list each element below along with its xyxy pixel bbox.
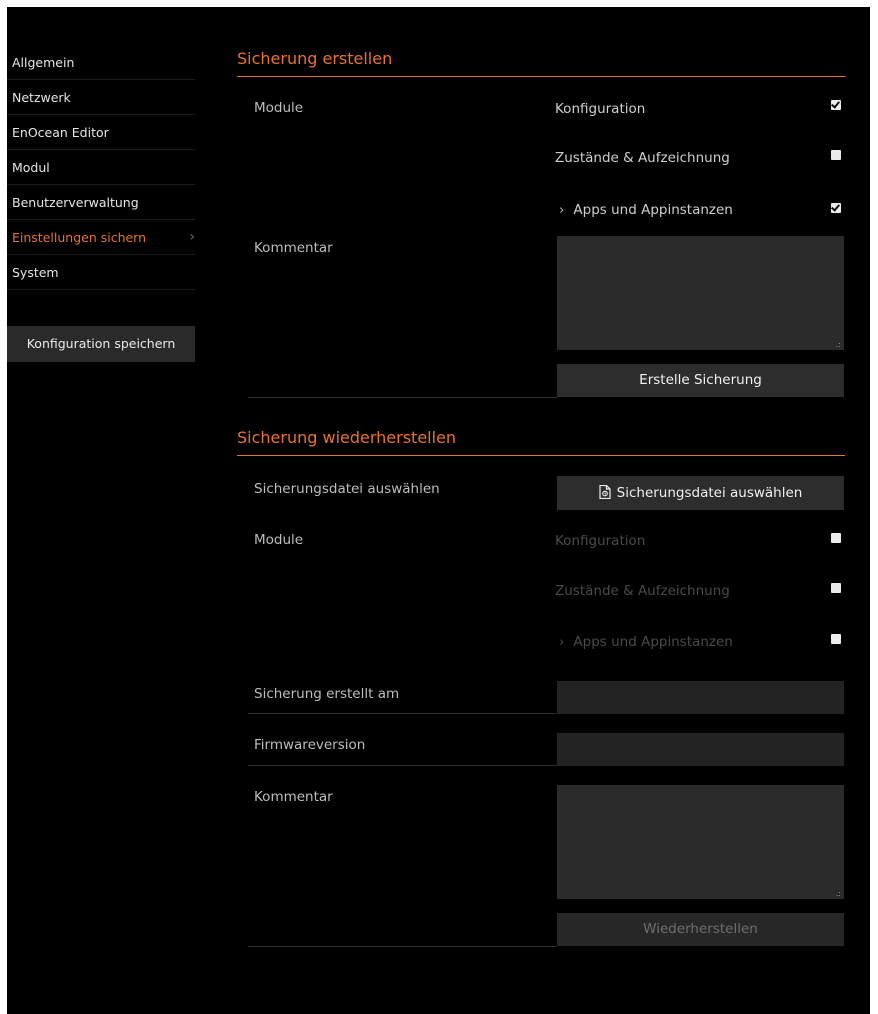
restore-konfiguration-checkbox[interactable] — [831, 533, 841, 543]
backup-created-label: Sicherung erstellt am — [254, 686, 400, 702]
resize-grip-icon[interactable]: .: — [836, 340, 841, 349]
backup-created-field — [557, 681, 844, 714]
divider — [248, 713, 557, 714]
restore-apps-checkbox[interactable] — [831, 634, 841, 644]
create-backup-button[interactable]: Erstelle Sicherung — [557, 364, 844, 397]
sidebar-item-label: Einstellungen sichern — [12, 230, 147, 245]
backup-option-zustaende-label: Zustände & Aufzeichnung — [555, 150, 730, 166]
restore-button[interactable]: Wiederherstellen — [557, 913, 844, 946]
restore-zustaende-checkbox[interactable] — [831, 583, 841, 593]
firmware-version-label: Firmwareversion — [254, 737, 366, 753]
restore-comment-label: Kommentar — [254, 789, 333, 805]
settings-window: Allgemein Netzwerk EnOcean Editor Modul … — [7, 7, 870, 1014]
divider — [248, 765, 557, 766]
sidebar-nav: Allgemein Netzwerk EnOcean Editor Modul … — [7, 45, 195, 290]
sidebar-item-netzwerk[interactable]: Netzwerk — [7, 80, 195, 115]
sidebar-item-enocean-editor[interactable]: EnOcean Editor — [7, 115, 195, 150]
restore-option-apps-label: Apps und Appinstanzen — [573, 634, 733, 650]
chevron-right-icon: › — [189, 229, 195, 245]
sidebar-item-modul[interactable]: Modul — [7, 150, 195, 185]
save-configuration-button[interactable]: Konfiguration speichern — [7, 326, 195, 362]
divider — [248, 946, 557, 947]
restore-option-apps[interactable]: › Apps und Appinstanzen — [559, 634, 733, 650]
select-backup-file-button[interactable]: Sicherungsdatei auswählen — [557, 476, 844, 510]
restore-comment-textarea[interactable]: .: — [557, 785, 844, 899]
section-title-backup: Sicherung erstellen — [237, 49, 845, 77]
restore-option-zustaende-label: Zustände & Aufzeichnung — [555, 583, 730, 599]
sidebar-item-allgemein[interactable]: Allgemein — [7, 45, 195, 80]
sidebar-item-benutzerverwaltung[interactable]: Benutzerverwaltung — [7, 185, 195, 220]
section-title-restore: Sicherung wiederherstellen — [237, 428, 845, 456]
restore-file-label: Sicherungsdatei auswählen — [254, 481, 440, 497]
backup-option-apps[interactable]: › Apps und Appinstanzen — [559, 202, 733, 218]
expand-chevron-icon: › — [559, 202, 565, 218]
sidebar-item-system[interactable]: System — [7, 255, 195, 290]
backup-comment-textarea[interactable]: .: — [557, 236, 844, 350]
restore-modules-label: Module — [254, 532, 304, 548]
file-backup-icon — [599, 485, 611, 499]
backup-konfiguration-checkbox[interactable] — [831, 100, 841, 110]
backup-option-konfiguration-label: Konfiguration — [555, 101, 646, 117]
resize-grip-icon[interactable]: .: — [836, 889, 841, 898]
backup-modules-label: Module — [254, 100, 304, 116]
backup-apps-checkbox[interactable] — [831, 203, 841, 213]
sidebar-item-einstellungen-sichern[interactable]: Einstellungen sichern › — [7, 220, 195, 255]
backup-zustaende-checkbox[interactable] — [831, 150, 841, 160]
backup-option-apps-label: Apps und Appinstanzen — [573, 202, 733, 218]
restore-option-konfiguration-label: Konfiguration — [555, 533, 646, 549]
divider — [248, 397, 557, 398]
expand-chevron-icon: › — [559, 634, 565, 650]
select-backup-file-label: Sicherungsdatei auswählen — [616, 485, 803, 501]
firmware-version-field — [557, 733, 844, 766]
backup-comment-label: Kommentar — [254, 240, 333, 256]
